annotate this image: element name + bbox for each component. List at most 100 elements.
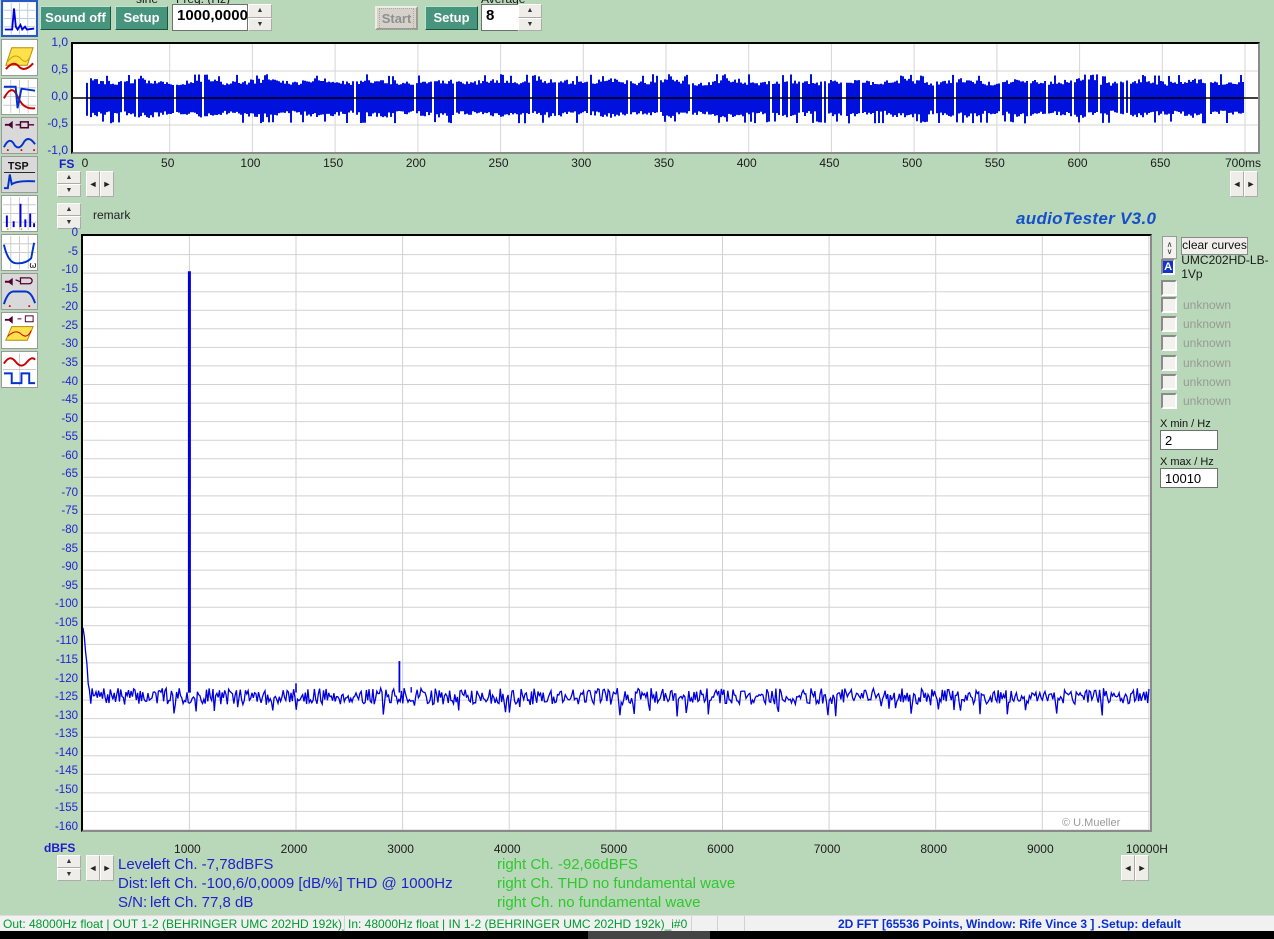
speaker-impedance-icon[interactable] [1, 117, 38, 154]
waterfall-3d-icon[interactable] [1, 39, 38, 76]
fft-y-tick: -95 [40, 580, 78, 592]
average-input[interactable]: 8 [481, 4, 519, 31]
fft-x-tick: 8000 [920, 842, 947, 856]
fft-y-tick: -60 [40, 450, 78, 462]
fft-y-tick: -85 [40, 543, 78, 555]
scope-y-tick: -0,5 [36, 116, 68, 130]
measurement-left-channel: left Ch. -7,78dBFS [150, 856, 273, 873]
curve-label: unknown [1183, 394, 1231, 408]
curve-label: unknown [1183, 317, 1231, 331]
fft-x-tick: 3000 [387, 842, 414, 856]
fft-y-tick: -55 [40, 431, 78, 443]
scope-y-tick: -1,0 [36, 143, 68, 157]
fft-y-tick: -50 [40, 413, 78, 425]
tsp-icon[interactable]: TSP [1, 156, 38, 193]
scope-x-tick: 100 [240, 156, 260, 170]
speaker-3d-icon[interactable] [1, 312, 38, 349]
scope-y-tick: 0,5 [36, 62, 68, 76]
fft-y-tick: -15 [40, 283, 78, 295]
wave-shapes-icon[interactable] [1, 351, 38, 388]
generator-setup-button[interactable]: Setup [115, 6, 168, 30]
fft-y-tick: -105 [40, 617, 78, 629]
curve-row: unknown [1161, 334, 1231, 351]
status-bar: Out: 48000Hz float | OUT 1-2 (BEHRINGER … [0, 915, 1274, 932]
scope-x-tick: 500 [902, 156, 922, 170]
fft-x-tick: 1000 [174, 842, 201, 856]
fft-y-tick: -150 [40, 784, 78, 796]
fft-y-tick: -80 [40, 524, 78, 536]
remark-spinner[interactable]: ▲▼ [57, 203, 81, 229]
xmin-label: X min / Hz [1160, 418, 1211, 430]
fft-scroll-right-pair[interactable]: ◄► [1121, 855, 1149, 881]
fft-x-tick: 4000 [494, 842, 521, 856]
taskbar-segment [588, 931, 710, 939]
fft-scroll-left-pair[interactable]: ◄► [86, 855, 114, 881]
curve-checkbox-checked[interactable]: A [1161, 259, 1175, 275]
curve-checkbox[interactable] [1161, 316, 1177, 332]
scope-plot [71, 42, 1260, 154]
scope-waveform [73, 44, 1258, 152]
curve-checkbox[interactable] [1161, 374, 1177, 390]
status-fft-info: 2D FFT [65536 Points, Window: Rife Vince… [745, 916, 1274, 932]
start-button[interactable]: Start [375, 6, 418, 30]
fft-y-tick: -120 [40, 673, 78, 685]
fft-spectrum-icon[interactable] [1, 0, 38, 37]
speaker-mic-icon[interactable] [1, 273, 38, 310]
fft-y-tick: -45 [40, 394, 78, 406]
scope-scroll-right-pair[interactable]: ◄► [1230, 171, 1258, 197]
scope-x-tick: 0 [82, 156, 89, 170]
fft-y-tick: -125 [40, 691, 78, 703]
curve-label: unknown [1183, 336, 1231, 350]
fft-x-tick: 2000 [281, 842, 308, 856]
fft-y-spinner[interactable]: ▲▼ [57, 855, 81, 881]
frequency-spinner[interactable]: ▲▼ [248, 4, 272, 31]
curve-checkbox[interactable] [1161, 297, 1177, 313]
scope-x-tick: 550 [985, 156, 1005, 170]
scope-y-spinner[interactable]: ▲▼ [57, 171, 81, 197]
fft-x-tick: 6000 [707, 842, 734, 856]
curve-row: unknown [1161, 296, 1231, 313]
status-output-device: Out: 48000Hz float | OUT 1-2 (BEHRINGER … [0, 916, 345, 932]
freq-response-icon[interactable] [1, 78, 38, 115]
curve-omega-icon[interactable]: ω [1, 234, 38, 271]
fft-y-tick: -155 [40, 802, 78, 814]
scope-x-tick: 650 [1150, 156, 1170, 170]
fft-y-tick: -70 [40, 487, 78, 499]
xmax-input[interactable]: 10010 [1160, 468, 1218, 488]
fft-plot [81, 234, 1152, 832]
taskbar-strip [0, 931, 1274, 939]
fft-y-tick: 0 [40, 227, 78, 239]
curve-checkbox[interactable] [1161, 393, 1177, 409]
fft-x-tick: 7000 [814, 842, 841, 856]
fft-y-tick: -40 [40, 376, 78, 388]
fft-y-tick: -130 [40, 710, 78, 722]
frequency-input[interactable]: 1000,0000 [172, 4, 248, 31]
curve-checkbox[interactable] [1161, 280, 1177, 296]
remark-label: remark [93, 208, 130, 222]
copyright-label: © U.Mueller [1062, 817, 1120, 829]
fft-x-tick: 9000 [1027, 842, 1054, 856]
xmin-input[interactable]: 2 [1160, 430, 1218, 450]
sound-off-button[interactable]: Sound off [40, 6, 111, 30]
curve-label: unknown [1183, 375, 1231, 389]
scope-scroll-left-pair[interactable]: ◄► [86, 171, 114, 197]
analyzer-setup-button[interactable]: Setup [425, 6, 478, 30]
svg-text:TSP: TSP [8, 161, 29, 173]
curve-label: unknown [1183, 298, 1231, 312]
harmonics-spectrum-icon[interactable] [1, 195, 38, 232]
fft-y-tick: -20 [40, 301, 78, 313]
scope-x-tick: 350 [654, 156, 674, 170]
fft-y-tick: -75 [40, 505, 78, 517]
fft-x-tick: 5000 [601, 842, 628, 856]
scope-y-tick: 1,0 [36, 35, 68, 49]
measurement-right-channel: right Ch. no fundamental wave [497, 894, 700, 911]
scope-x-tick: 50 [161, 156, 174, 170]
fft-y-tick: -115 [40, 654, 78, 666]
curve-checkbox[interactable] [1161, 335, 1177, 351]
curve-label: UMC202HD-LB-1Vp [1181, 253, 1274, 281]
curve-checkbox[interactable] [1161, 355, 1177, 371]
curve-row [1161, 279, 1177, 296]
curve-select-spinner[interactable]: ∧∨ [1162, 236, 1177, 259]
scope-x-tick: 450 [819, 156, 839, 170]
average-spinner[interactable]: ▲▼ [518, 4, 542, 31]
